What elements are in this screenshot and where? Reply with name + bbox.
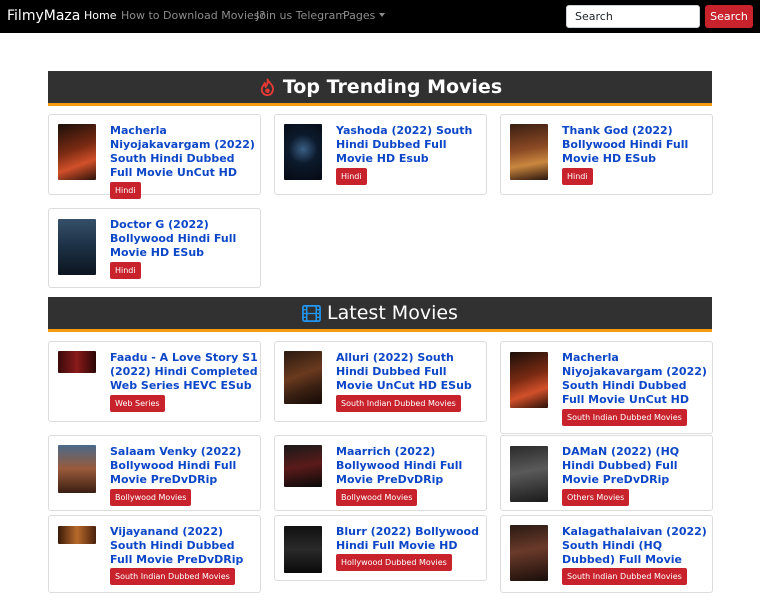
category-tag[interactable]: Bollywood Movies — [110, 489, 192, 506]
movie-poster[interactable] — [284, 124, 322, 180]
category-tag[interactable]: South Indian Dubbed Movies — [110, 568, 235, 585]
section-title-trending: Top Trending Movies — [282, 76, 503, 98]
category-tag[interactable]: Web Series — [110, 395, 165, 412]
film-icon — [302, 304, 321, 322]
movie-title-link[interactable]: Salaam Venky (2022) Bollywood Hindi Full… — [110, 445, 258, 487]
movie-poster[interactable] — [510, 525, 548, 581]
category-tag[interactable]: Hollywood Dubbed Movies — [336, 554, 452, 571]
movie-poster[interactable] — [510, 124, 548, 180]
section-header-trending: Top Trending Movies — [48, 71, 712, 106]
category-tag[interactable]: Hindi — [562, 168, 593, 185]
movie-card[interactable]: Yashoda (2022) South Hindi Dubbed Full M… — [274, 114, 487, 195]
category-tag[interactable]: Hindi — [110, 262, 141, 279]
movie-card[interactable]: DAMaN (2022) (HQ Hindi Dubbed) Full Movi… — [500, 435, 713, 511]
movie-card[interactable]: Maarrich (2022) Bollywood Hindi Full Mov… — [274, 435, 487, 511]
movie-poster[interactable] — [510, 352, 548, 408]
movie-poster[interactable] — [284, 445, 322, 487]
category-tag[interactable]: Bollywood Movies — [336, 489, 418, 506]
section-header-latest: Latest Movies — [48, 297, 712, 332]
movie-poster[interactable] — [284, 526, 322, 573]
movie-card[interactable]: Blurr (2022) Bollywood Hindi Full Movie … — [274, 515, 487, 581]
category-tag[interactable]: South Indian Dubbed Movies — [336, 395, 461, 412]
caret-down-icon — [379, 13, 386, 17]
nav-join-telegram[interactable]: Join us Telegram — [256, 9, 346, 22]
movie-title-link[interactable]: Maarrich (2022) Bollywood Hindi Full Mov… — [336, 445, 484, 487]
movie-card[interactable]: Faadu - A Love Story S1 (2022) Hindi Com… — [48, 341, 261, 422]
movie-poster[interactable] — [510, 446, 548, 502]
nav-home[interactable]: Home — [84, 9, 116, 22]
movie-title-link[interactable]: Vijayanand (2022) South Hindi Dubbed Ful… — [110, 525, 258, 567]
search-button[interactable]: Search — [705, 5, 753, 28]
category-tag[interactable]: South Indian Dubbed Movies — [562, 568, 687, 585]
movie-card[interactable]: Doctor G (2022) Bollywood Hindi Full Mov… — [48, 208, 261, 288]
category-tag[interactable]: Hindi — [110, 182, 141, 199]
movie-title-link[interactable]: DAMaN (2022) (HQ Hindi Dubbed) Full Movi… — [562, 445, 710, 487]
movie-poster[interactable] — [284, 351, 322, 404]
site-brand[interactable]: FilmyMaza — [7, 8, 80, 24]
movie-card[interactable]: Macherla Niyojakavargam (2022) South Hin… — [48, 114, 261, 199]
movie-card[interactable]: Salaam Venky (2022) Bollywood Hindi Full… — [48, 435, 261, 511]
movie-title-link[interactable]: Yashoda (2022) South Hindi Dubbed Full M… — [336, 124, 484, 166]
movie-poster[interactable] — [58, 124, 96, 180]
movie-title-link[interactable]: Doctor G (2022) Bollywood Hindi Full Mov… — [110, 218, 258, 260]
fire-icon — [260, 77, 274, 96]
movie-card[interactable]: Vijayanand (2022) South Hindi Dubbed Ful… — [48, 515, 261, 593]
nav-pages-dropdown[interactable]: Pages — [343, 9, 386, 22]
search-input[interactable] — [566, 5, 700, 28]
movie-title-link[interactable]: Thank God (2022) Bollywood Hindi Full Mo… — [562, 124, 710, 166]
movie-card[interactable]: Kalagathalaivan (2022) South Hindi (HQ D… — [500, 515, 713, 593]
movie-poster[interactable] — [58, 526, 96, 544]
movie-poster[interactable] — [58, 445, 96, 493]
top-navbar: FilmyMaza Home How to Download Movies? J… — [0, 0, 760, 33]
movie-poster[interactable] — [58, 219, 96, 275]
movie-card[interactable]: Thank God (2022) Bollywood Hindi Full Mo… — [500, 114, 713, 195]
movie-card[interactable]: Macherla Niyojakavargam (2022) South Hin… — [500, 341, 713, 434]
movie-card[interactable]: Alluri (2022) South Hindi Dubbed Full Mo… — [274, 341, 487, 422]
movie-title-link[interactable]: Faadu - A Love Story S1 (2022) Hindi Com… — [110, 351, 258, 393]
category-tag[interactable]: South Indian Dubbed Movies — [562, 409, 687, 426]
nav-pages-label: Pages — [343, 9, 376, 22]
category-tag[interactable]: Hindi — [336, 168, 367, 185]
movie-title-link[interactable]: Alluri (2022) South Hindi Dubbed Full Mo… — [336, 351, 484, 393]
category-tag[interactable]: Others Movies — [562, 489, 630, 506]
section-title-latest: Latest Movies — [327, 302, 458, 324]
movie-poster[interactable] — [58, 351, 96, 373]
nav-how-to-download[interactable]: How to Download Movies? — [121, 9, 265, 22]
